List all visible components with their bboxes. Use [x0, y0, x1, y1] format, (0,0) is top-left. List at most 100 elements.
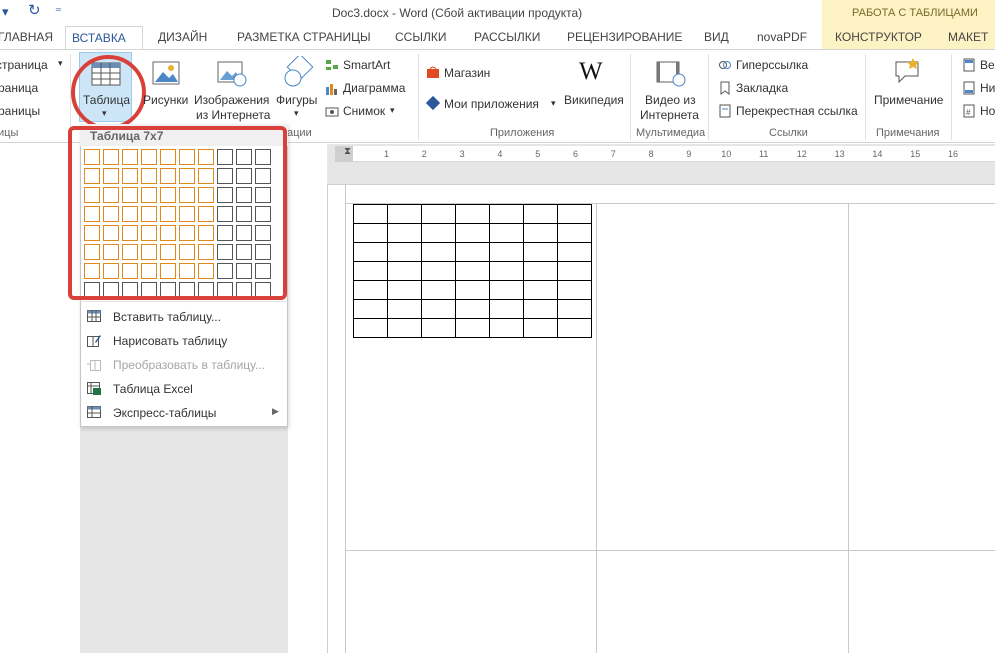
table-cell[interactable]: [489, 280, 524, 300]
tab-insert[interactable]: ВСТАВКА: [65, 26, 143, 49]
bookmark-button[interactable]: Закладка: [736, 81, 788, 95]
table-cell[interactable]: [353, 261, 388, 281]
chevron-down-icon: ▾: [390, 105, 395, 115]
table-cell[interactable]: [421, 261, 456, 281]
draw-table-menu-item[interactable]: Нарисовать таблицу: [80, 329, 288, 353]
wikipedia-button[interactable]: Википедия: [564, 93, 624, 107]
page-number-button[interactable]: Но: [980, 104, 995, 118]
indent-marker-icon[interactable]: ⧗: [344, 146, 351, 157]
table-cell[interactable]: [489, 299, 524, 319]
table-cell[interactable]: [455, 242, 490, 262]
table-cell[interactable]: [489, 204, 524, 224]
table-cell[interactable]: [523, 242, 558, 262]
table-cell[interactable]: [353, 318, 388, 338]
table-cell[interactable]: [489, 242, 524, 262]
table-cell[interactable]: [557, 242, 592, 262]
table-cell[interactable]: [489, 223, 524, 243]
table-cell[interactable]: [421, 204, 456, 224]
table-cell[interactable]: [353, 204, 388, 224]
table-cell[interactable]: [455, 261, 490, 281]
header-button[interactable]: Вер: [980, 58, 995, 72]
online-pictures-button[interactable]: Изображения: [194, 93, 269, 107]
cover-page-button[interactable]: страница: [0, 58, 48, 72]
table-cell[interactable]: [387, 242, 422, 262]
tab-references[interactable]: ССЫЛКИ: [389, 26, 452, 49]
table-cell[interactable]: [557, 280, 592, 300]
tab-constructor[interactable]: КОНСТРУКТОР: [829, 26, 928, 49]
table-cell[interactable]: [557, 318, 592, 338]
table-cell[interactable]: [455, 223, 490, 243]
table-cell[interactable]: [523, 223, 558, 243]
tab-review[interactable]: РЕЦЕНЗИРОВАНИЕ: [561, 26, 688, 49]
bookmark-icon: [720, 81, 730, 95]
online-video-button[interactable]: Видео из: [645, 93, 696, 107]
hyperlink-button[interactable]: Гиперссылка: [736, 58, 808, 72]
table-cell[interactable]: [489, 318, 524, 338]
qat-customize-icon[interactable]: ⁼: [55, 4, 62, 20]
table-cell[interactable]: [523, 299, 558, 319]
redo-icon[interactable]: ↻: [28, 1, 41, 19]
cross-reference-button[interactable]: Перекрестная ссылка: [736, 104, 858, 118]
table-cell[interactable]: [387, 318, 422, 338]
table-cell[interactable]: [557, 204, 592, 224]
ruler-number: 12: [796, 149, 807, 159]
table-cell[interactable]: [489, 261, 524, 281]
page-guide: [345, 184, 346, 653]
table-cell[interactable]: [557, 261, 592, 281]
table-cell[interactable]: [557, 223, 592, 243]
group-divider: [418, 54, 419, 140]
excel-table-menu-item[interactable]: Таблица Excel: [80, 377, 288, 401]
tab-design[interactable]: ДИЗАЙН: [152, 26, 213, 49]
tab-novapdf[interactable]: novaPDF: [751, 26, 813, 49]
table-cell[interactable]: [387, 204, 422, 224]
table-cell[interactable]: [421, 242, 456, 262]
table-cell[interactable]: [523, 204, 558, 224]
footer-button[interactable]: Ни: [980, 81, 995, 95]
smartart-button[interactable]: SmartArt: [343, 58, 390, 72]
table-cell[interactable]: [387, 299, 422, 319]
table-cell[interactable]: [421, 318, 456, 338]
online-video-icon: [656, 61, 686, 87]
shapes-button[interactable]: Фигуры: [276, 93, 317, 107]
table-cell[interactable]: [421, 280, 456, 300]
tab-view[interactable]: ВИД: [698, 26, 735, 49]
table-cell[interactable]: [455, 280, 490, 300]
comment-button[interactable]: Примечание: [874, 93, 943, 107]
document-table[interactable]: [353, 204, 592, 338]
excel-table-icon: [87, 382, 101, 395]
table-cell[interactable]: [523, 261, 558, 281]
blank-page-button[interactable]: раница: [0, 81, 38, 95]
table-cell[interactable]: [455, 318, 490, 338]
window-title: Doc3.docx - Word (Сбой активации продукт…: [332, 6, 583, 20]
table-cell[interactable]: [353, 299, 388, 319]
tab-home[interactable]: ГЛАВНАЯ: [0, 26, 59, 49]
table-cell[interactable]: [557, 299, 592, 319]
table-cell[interactable]: [421, 299, 456, 319]
table-cell[interactable]: [387, 223, 422, 243]
insert-table-menu-item[interactable]: Вставить таблицу...: [80, 305, 288, 329]
table-cell[interactable]: [387, 261, 422, 281]
tab-mailings[interactable]: РАССЫЛКИ: [468, 26, 546, 49]
tab-layout[interactable]: РАЗМЕТКА СТРАНИЦЫ: [231, 26, 377, 49]
table-cell[interactable]: [353, 280, 388, 300]
quick-tables-menu-item[interactable]: Экспресс-таблицы ▶: [80, 401, 288, 425]
group-divider: [630, 54, 631, 140]
horizontal-ruler[interactable]: [335, 146, 995, 162]
store-button[interactable]: Магазин: [444, 66, 490, 80]
table-cell[interactable]: [353, 242, 388, 262]
table-cell[interactable]: [387, 280, 422, 300]
chart-button[interactable]: Диаграмма: [343, 81, 405, 95]
table-cell[interactable]: [455, 299, 490, 319]
table-cell[interactable]: [353, 223, 388, 243]
save-icon[interactable]: ▾: [2, 4, 9, 20]
page-break-button[interactable]: раницы: [0, 104, 40, 118]
table-cell[interactable]: [421, 223, 456, 243]
pictures-button[interactable]: Рисунки: [143, 93, 188, 107]
screenshot-button[interactable]: Снимок: [343, 104, 385, 118]
my-apps-button[interactable]: Мои приложения: [444, 97, 539, 111]
highlight-circle: [71, 55, 146, 130]
table-cell[interactable]: [455, 204, 490, 224]
table-cell[interactable]: [523, 318, 558, 338]
table-cell[interactable]: [523, 280, 558, 300]
tab-table-layout[interactable]: МАКЕТ: [942, 26, 994, 49]
